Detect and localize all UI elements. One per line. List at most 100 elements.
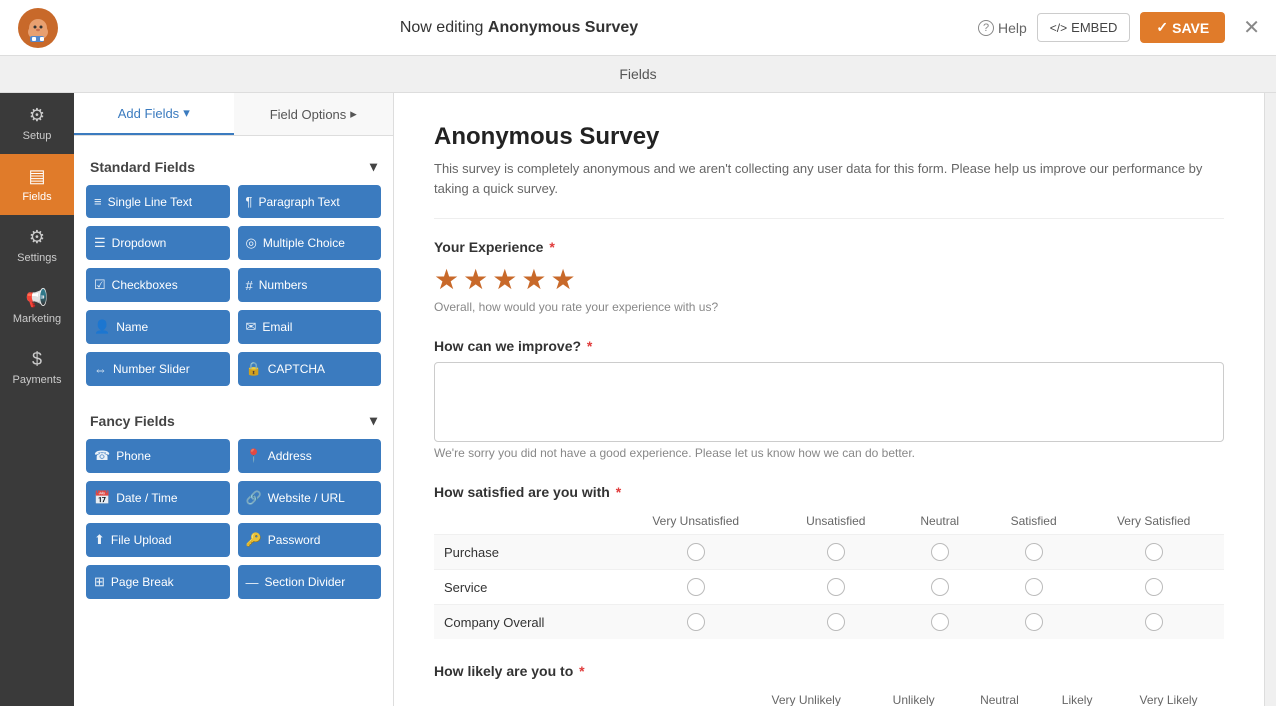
star-4[interactable]: ★ [521, 263, 546, 296]
fields-bar: Fields [0, 56, 1276, 93]
field-btn-checkboxes[interactable]: ☑ Checkboxes [86, 268, 230, 302]
save-button[interactable]: ✓ SAVE [1140, 12, 1225, 43]
satisfied-matrix: Very Unsatisfied Unsatisfied Neutral Sat… [434, 508, 1224, 639]
dropdown-icon: ☰ [94, 235, 106, 251]
collapse-fancy-icon: ▾ [370, 412, 377, 429]
website-url-icon: 🔗 [246, 490, 262, 506]
field-btn-number-slider[interactable]: ⇔ Number Slider [86, 352, 230, 386]
row-company-overall: Company Overall [434, 605, 615, 640]
scroll-indicator [1264, 93, 1276, 706]
star-2[interactable]: ★ [463, 263, 488, 296]
multiple-choice-icon: ◎ [246, 235, 257, 251]
radio-purchase-1[interactable] [687, 543, 705, 561]
standard-fields-header[interactable]: Standard Fields ▾ [86, 148, 381, 185]
field-btn-website-url[interactable]: 🔗 Website / URL [238, 481, 382, 515]
main-layout: ⚙ Setup ▤ Fields ⚙ Settings 📢 Marketing … [0, 93, 1276, 706]
field-btn-paragraph-text[interactable]: ¶ Paragraph Text [238, 185, 382, 218]
editing-title: Now editing Anonymous Survey [400, 19, 638, 37]
field-btn-password[interactable]: 🔑 Password [238, 523, 382, 557]
field-btn-captcha[interactable]: 🔒 CAPTCHA [238, 352, 382, 386]
field-panel-tabs: Add Fields ▾ Field Options ▸ [74, 93, 393, 136]
radio-service-4[interactable] [1025, 578, 1043, 596]
email-icon: ✉ [246, 319, 257, 335]
radio-service-1[interactable] [687, 578, 705, 596]
fields-icon: ▤ [28, 166, 45, 187]
radio-service-2[interactable] [827, 578, 845, 596]
field-btn-phone[interactable]: ☎ Phone [86, 439, 230, 473]
help-icon: ? [978, 20, 994, 36]
single-line-text-icon: ≡ [94, 194, 102, 209]
tab-field-options[interactable]: Field Options ▸ [234, 93, 394, 135]
top-bar-actions: ? Help </> EMBED ✓ SAVE ✕ [978, 12, 1260, 43]
col-satisfied: Satisfied [984, 508, 1083, 535]
field-btn-page-break[interactable]: ⊞ Page Break [86, 565, 230, 599]
sidebar-item-marketing[interactable]: 📢 Marketing [0, 276, 74, 337]
field-btn-name[interactable]: 👤 Name [86, 310, 230, 344]
col-likely: Likely [1041, 687, 1113, 706]
survey-description: This survey is completely anonymous and … [434, 159, 1224, 219]
setup-icon: ⚙ [29, 105, 45, 126]
radio-company-5[interactable] [1145, 613, 1163, 631]
radio-purchase-5[interactable] [1145, 543, 1163, 561]
survey-title: Anonymous Survey [434, 123, 1224, 151]
radio-purchase-2[interactable] [827, 543, 845, 561]
phone-icon: ☎ [94, 448, 110, 464]
embed-button[interactable]: </> EMBED [1037, 13, 1131, 42]
help-button[interactable]: ? Help [978, 20, 1027, 36]
page-break-icon: ⊞ [94, 574, 105, 590]
col-very-likely: Very Likely [1113, 687, 1224, 706]
radio-company-2[interactable] [827, 613, 845, 631]
paragraph-text-icon: ¶ [246, 194, 253, 209]
checkmark-icon: ✓ [1156, 19, 1168, 36]
captcha-icon: 🔒 [246, 361, 262, 377]
star-1[interactable]: ★ [434, 263, 459, 296]
standard-fields-grid: ≡ Single Line Text ¶ Paragraph Text ☰ Dr… [86, 185, 381, 386]
tab-add-fields[interactable]: Add Fields ▾ [74, 93, 234, 135]
table-row: Service [434, 570, 1224, 605]
radio-purchase-4[interactable] [1025, 543, 1043, 561]
radio-service-3[interactable] [931, 578, 949, 596]
row-service: Service [434, 570, 615, 605]
star-5[interactable]: ★ [550, 263, 575, 296]
sidebar-item-payments[interactable]: $ Payments [0, 337, 74, 398]
field-btn-address[interactable]: 📍 Address [238, 439, 382, 473]
star-rating[interactable]: ★ ★ ★ ★ ★ [434, 263, 1224, 296]
sidebar-item-setup[interactable]: ⚙ Setup [0, 93, 74, 154]
question-label-improve: How can we improve? * [434, 338, 1224, 354]
question-label-likely: How likely are you to * [434, 663, 1224, 679]
section-divider-icon: — [246, 575, 259, 590]
radio-company-3[interactable] [931, 613, 949, 631]
table-row: Purchase [434, 535, 1224, 570]
chevron-down-icon: ▾ [183, 105, 190, 121]
question-likely: How likely are you to * Very Unlikely Un… [434, 663, 1224, 706]
field-btn-numbers[interactable]: # Numbers [238, 268, 382, 302]
field-btn-date-time[interactable]: 📅 Date / Time [86, 481, 230, 515]
fancy-fields-header[interactable]: Fancy Fields ▾ [86, 402, 381, 439]
password-icon: 🔑 [246, 532, 262, 548]
star-3[interactable]: ★ [492, 263, 517, 296]
improve-textarea[interactable] [434, 362, 1224, 442]
field-btn-multiple-choice[interactable]: ◎ Multiple Choice [238, 226, 382, 260]
field-btn-single-line-text[interactable]: ≡ Single Line Text [86, 185, 230, 218]
radio-company-1[interactable] [687, 613, 705, 631]
question-label-satisfied: How satisfied are you with * [434, 484, 1224, 500]
question-satisfied: How satisfied are you with * Very Unsati… [434, 484, 1224, 639]
embed-icon: </> [1050, 21, 1067, 35]
radio-purchase-3[interactable] [931, 543, 949, 561]
matrix-empty-header [434, 508, 615, 535]
fields-bar-label: Fields [619, 66, 656, 82]
col-unlikely: Unlikely [870, 687, 958, 706]
sidebar-item-fields[interactable]: ▤ Fields [0, 154, 74, 215]
preview-area: Anonymous Survey This survey is complete… [394, 93, 1264, 706]
field-btn-section-divider[interactable]: — Section Divider [238, 565, 382, 599]
marketing-icon: 📢 [26, 288, 48, 309]
field-btn-file-upload[interactable]: ⬆ File Upload [86, 523, 230, 557]
likely-matrix: Very Unlikely Unlikely Neutral Likely Ve… [434, 687, 1224, 706]
radio-company-4[interactable] [1025, 613, 1043, 631]
field-btn-email[interactable]: ✉ Email [238, 310, 382, 344]
radio-service-5[interactable] [1145, 578, 1163, 596]
sidebar-item-settings[interactable]: ⚙ Settings [0, 215, 74, 276]
field-panel: Add Fields ▾ Field Options ▸ Standard Fi… [74, 93, 394, 706]
close-button[interactable]: ✕ [1243, 15, 1260, 40]
field-btn-dropdown[interactable]: ☰ Dropdown [86, 226, 230, 260]
